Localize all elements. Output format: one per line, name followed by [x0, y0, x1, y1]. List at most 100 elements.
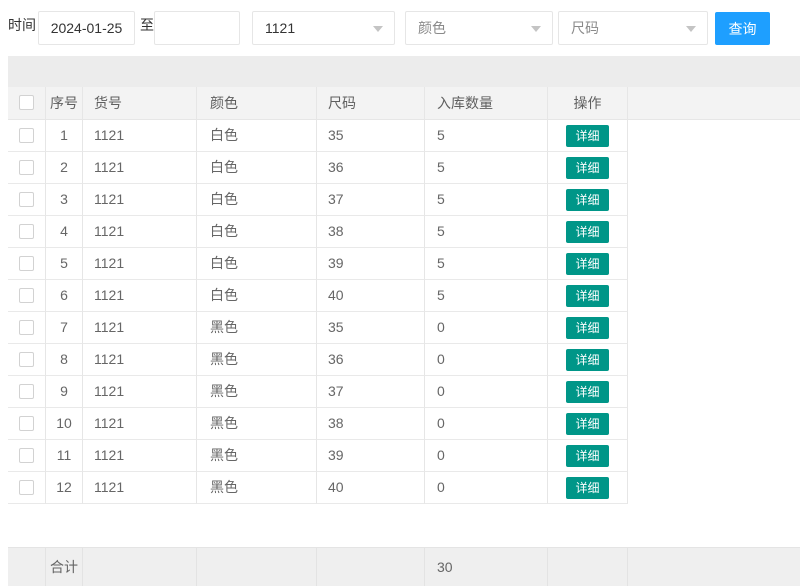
row-qty: 0 — [425, 376, 548, 408]
header-cell-checkbox — [8, 87, 46, 119]
detail-button[interactable]: 详细 — [566, 285, 608, 307]
row-checkbox[interactable] — [19, 480, 34, 495]
row-checkbox[interactable] — [19, 160, 34, 175]
detail-button[interactable]: 详细 — [566, 189, 608, 211]
row-checkbox[interactable] — [19, 192, 34, 207]
row-color: 白色 — [197, 216, 317, 248]
row-index: 11 — [46, 440, 83, 472]
table-row: 1 1121 白色 35 5 详细 — [8, 120, 800, 152]
row-size: 38 — [317, 408, 425, 440]
row-index: 3 — [46, 184, 83, 216]
row-color: 黑色 — [197, 472, 317, 504]
chevron-down-icon — [373, 26, 383, 32]
row-checkbox[interactable] — [19, 384, 34, 399]
table-row: 8 1121 黑色 36 0 详细 — [8, 344, 800, 376]
row-size: 39 — [317, 440, 425, 472]
row-item-no: 1121 — [83, 216, 197, 248]
row-index: 5 — [46, 248, 83, 280]
column-header-color: 颜色 — [197, 87, 317, 119]
chevron-down-icon — [531, 26, 541, 32]
column-header-qty: 入库数量 — [425, 87, 548, 119]
row-index: 1 — [46, 120, 83, 152]
table-header: 序号 货号 颜色 尺码 入库数量 操作 — [8, 87, 800, 120]
row-qty: 5 — [425, 280, 548, 312]
row-color: 黑色 — [197, 376, 317, 408]
row-item-no: 1121 — [83, 312, 197, 344]
detail-button[interactable]: 详细 — [566, 317, 608, 339]
time-label: 时间 — [8, 15, 36, 35]
row-size: 39 — [317, 248, 425, 280]
row-size: 37 — [317, 184, 425, 216]
detail-button[interactable]: 详细 — [566, 413, 608, 435]
toolbar-band — [8, 56, 800, 87]
row-index: 4 — [46, 216, 83, 248]
table-body: 1 1121 白色 35 5 详细 2 1121 白色 36 5 详细 3 11… — [8, 120, 800, 504]
row-size: 37 — [317, 376, 425, 408]
row-index: 6 — [46, 280, 83, 312]
detail-button[interactable]: 详细 — [566, 445, 608, 467]
row-qty: 5 — [425, 152, 548, 184]
detail-button[interactable]: 详细 — [566, 349, 608, 371]
detail-button[interactable]: 详细 — [566, 221, 608, 243]
row-size: 36 — [317, 344, 425, 376]
row-index: 9 — [46, 376, 83, 408]
row-color: 白色 — [197, 280, 317, 312]
row-checkbox[interactable] — [19, 416, 34, 431]
item-no-select-value: 1121 — [265, 20, 295, 36]
row-color: 白色 — [197, 248, 317, 280]
row-checkbox[interactable] — [19, 128, 34, 143]
item-no-select[interactable]: 1121 — [252, 11, 395, 45]
row-index: 7 — [46, 312, 83, 344]
row-item-no: 1121 — [83, 472, 197, 504]
footer-cell-checkbox — [8, 548, 46, 586]
table-row: 5 1121 白色 39 5 详细 — [8, 248, 800, 280]
row-checkbox[interactable] — [19, 352, 34, 367]
color-select[interactable]: 颜色 — [405, 11, 553, 45]
column-header-item-no: 货号 — [83, 87, 197, 119]
row-size: 38 — [317, 216, 425, 248]
row-color: 白色 — [197, 120, 317, 152]
total-qty: 30 — [425, 548, 548, 586]
row-checkbox[interactable] — [19, 448, 34, 463]
row-item-no: 1121 — [83, 184, 197, 216]
row-size: 35 — [317, 120, 425, 152]
row-qty: 0 — [425, 408, 548, 440]
row-size: 36 — [317, 152, 425, 184]
detail-button[interactable]: 详细 — [566, 253, 608, 275]
detail-button[interactable]: 详细 — [566, 157, 608, 179]
date-to-input[interactable] — [154, 11, 240, 45]
detail-button[interactable]: 详细 — [566, 477, 608, 499]
detail-button[interactable]: 详细 — [566, 125, 608, 147]
row-qty: 5 — [425, 184, 548, 216]
row-checkbox[interactable] — [19, 256, 34, 271]
query-button[interactable]: 查询 — [715, 12, 770, 45]
row-color: 白色 — [197, 184, 317, 216]
color-select-placeholder: 颜色 — [418, 20, 446, 36]
row-checkbox[interactable] — [19, 288, 34, 303]
row-qty: 0 — [425, 344, 548, 376]
table-row: 10 1121 黑色 38 0 详细 — [8, 408, 800, 440]
row-index: 8 — [46, 344, 83, 376]
row-qty: 0 — [425, 472, 548, 504]
row-checkbox[interactable] — [19, 224, 34, 239]
row-item-no: 1121 — [83, 120, 197, 152]
row-color: 黑色 — [197, 312, 317, 344]
filter-bar: 时间 至 1121 颜色 尺码 查询 — [0, 0, 800, 56]
date-from-input[interactable] — [38, 11, 135, 45]
table-row: 4 1121 白色 38 5 详细 — [8, 216, 800, 248]
row-color: 黑色 — [197, 344, 317, 376]
row-size: 40 — [317, 280, 425, 312]
column-header-action: 操作 — [548, 87, 628, 119]
table-row: 6 1121 白色 40 5 详细 — [8, 280, 800, 312]
to-label: 至 — [140, 15, 154, 35]
table-panel: 序号 货号 颜色 尺码 入库数量 操作 1 1121 白色 35 5 详细 2 … — [8, 56, 800, 586]
row-index: 2 — [46, 152, 83, 184]
row-checkbox[interactable] — [19, 320, 34, 335]
select-all-checkbox[interactable] — [19, 95, 34, 110]
table-row: 2 1121 白色 36 5 详细 — [8, 152, 800, 184]
row-qty: 5 — [425, 216, 548, 248]
row-size: 35 — [317, 312, 425, 344]
detail-button[interactable]: 详细 — [566, 381, 608, 403]
size-select[interactable]: 尺码 — [558, 11, 708, 45]
row-color: 黑色 — [197, 408, 317, 440]
